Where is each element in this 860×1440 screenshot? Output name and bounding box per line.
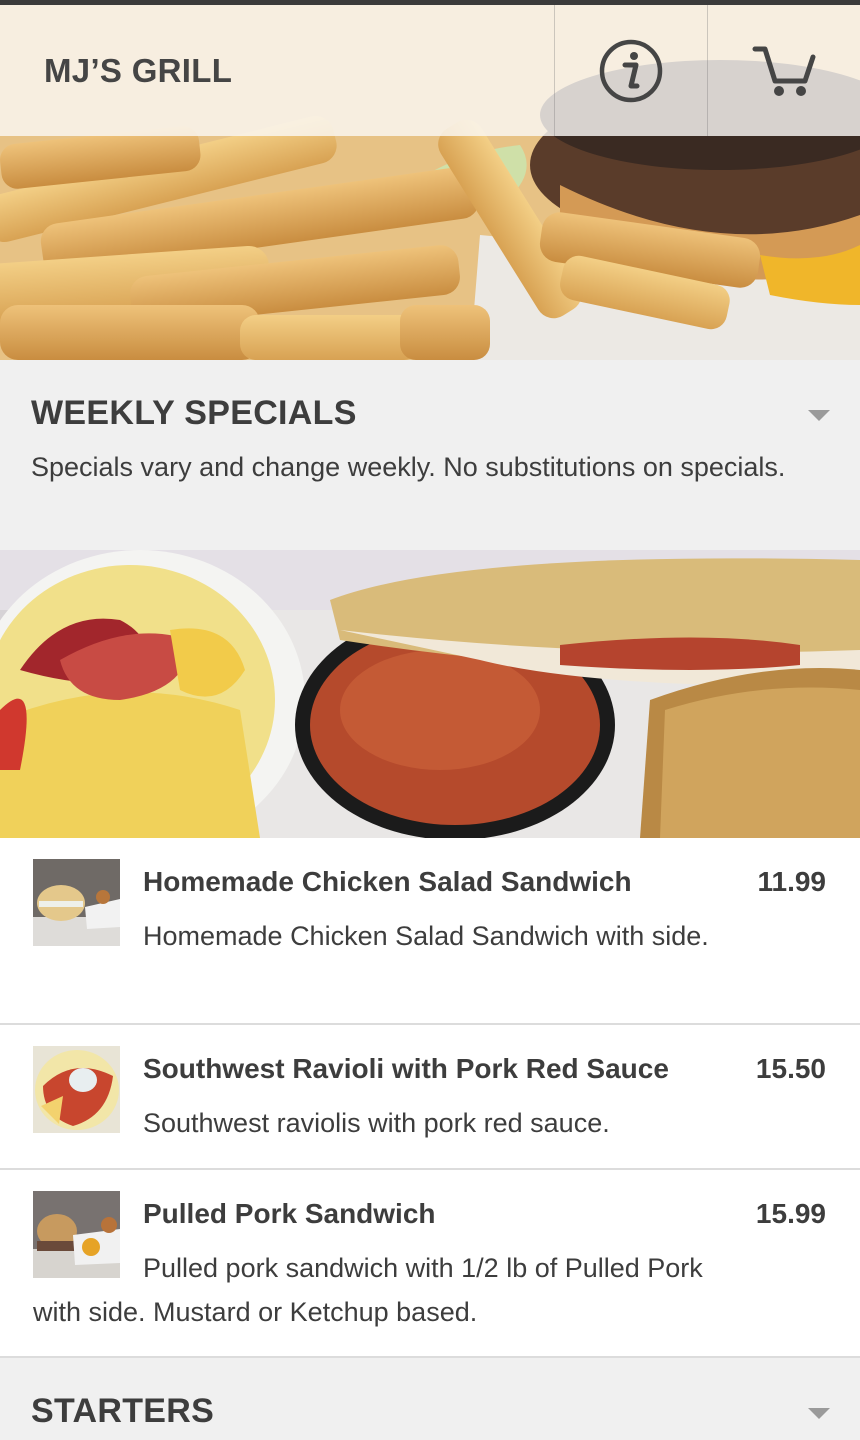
section-banner-image [0, 550, 860, 838]
cart-icon [752, 46, 816, 96]
app-header: MJ’S GRILL [0, 5, 860, 136]
section-description: Specials vary and change weekly. No subs… [31, 452, 786, 482]
item-price: 11.99 [757, 866, 826, 897]
item-price: 15.99 [755, 1198, 826, 1229]
info-button[interactable] [555, 5, 708, 136]
menu-item[interactable]: Southwest Ravioli with Pork Red Sauce 15… [0, 1025, 860, 1170]
caret-down-icon[interactable] [808, 410, 830, 421]
item-name: Southwest Ravioli with Pork Red Sauce [143, 1053, 669, 1084]
item-description: Southwest raviolis with pork red sauce. [143, 1108, 610, 1138]
item-description: Homemade Chicken Salad Sandwich with sid… [143, 921, 709, 951]
item-name: Homemade Chicken Salad Sandwich [143, 866, 632, 897]
brand: MJ’S GRILL [0, 5, 555, 136]
banner-photo [0, 550, 860, 838]
cart-button[interactable] [708, 5, 860, 136]
section-starters[interactable]: STARTERS [0, 1358, 860, 1440]
item-name: Pulled Pork Sandwich [143, 1198, 436, 1229]
menu-item[interactable]: Pulled Pork Sandwich 15.99 Pulled pork s… [0, 1170, 860, 1358]
item-price: 15.50 [755, 1053, 826, 1084]
info-icon [599, 39, 663, 102]
section-title: WEEKLY SPECIALS [31, 394, 357, 432]
section-title: STARTERS [31, 1392, 215, 1430]
restaurant-name: MJ’S GRILL [44, 51, 233, 89]
item-description: Pulled pork sandwich with 1/2 lb of Pull… [33, 1253, 703, 1327]
menu-item-list: Homemade Chicken Salad Sandwich 11.99 Ho… [0, 838, 860, 1358]
section-weekly-specials[interactable]: WEEKLY SPECIALS Specials vary and change… [0, 360, 860, 550]
caret-down-icon[interactable] [808, 1408, 830, 1419]
menu-item[interactable]: Homemade Chicken Salad Sandwich 11.99 Ho… [0, 838, 860, 1025]
